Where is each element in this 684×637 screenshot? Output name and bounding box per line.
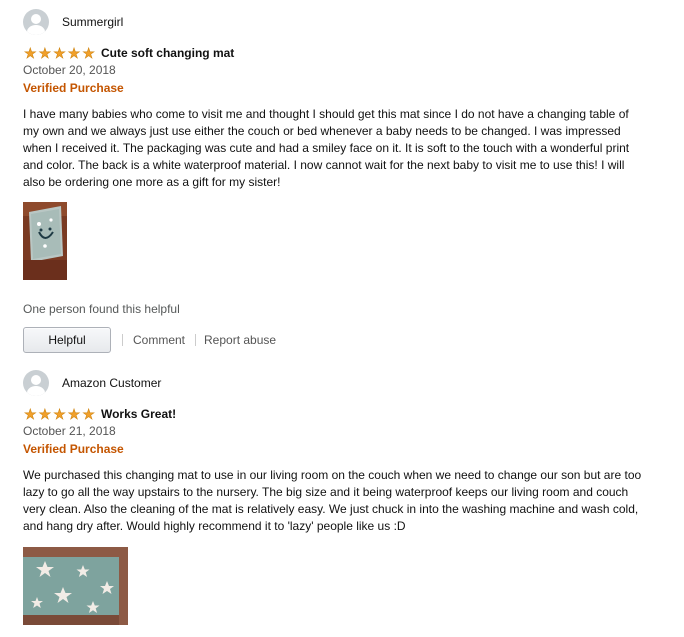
reviewer-profile[interactable]: Summergirl [23, 8, 643, 36]
avatar[interactable] [23, 9, 49, 35]
divider [195, 334, 197, 346]
review-1: Summergirl ★ ★ ★ ★ ★ Cute soft changing … [23, 8, 643, 353]
review-body: We purchased this changing mat to use in… [23, 468, 642, 533]
star-icon: ★ [82, 45, 95, 61]
star-rating[interactable]: ★ ★ ★ ★ ★ [23, 45, 96, 61]
divider [122, 334, 123, 346]
review-2: Amazon Customer ★ ★ ★ ★ ★ Works Great! O… [23, 369, 643, 625]
star-icon: ★ [67, 406, 81, 422]
review-date: October 20, 2018 [23, 63, 116, 77]
comment-link[interactable]: Comment [133, 333, 185, 347]
report-abuse-link[interactable]: Report abuse [204, 333, 276, 347]
star-icon: ★ [24, 406, 37, 422]
reviewer-name[interactable]: Amazon Customer [62, 376, 161, 390]
star-icon: ★ [67, 45, 81, 61]
review-title[interactable]: Cute soft changing mat [101, 46, 234, 60]
reviewer-name[interactable]: Summergirl [62, 15, 123, 29]
star-icon: ★ [38, 406, 52, 422]
helpful-button[interactable]: Helpful [23, 327, 111, 353]
helpful-count: One person found this helpful [23, 302, 180, 316]
review-body: I have many babies who come to visit me … [23, 107, 630, 189]
reviewer-profile[interactable]: Amazon Customer [23, 369, 643, 397]
star-icon: ★ [38, 45, 52, 61]
star-icon: ★ [82, 406, 95, 422]
verified-purchase-badge[interactable]: Verified Purchase [23, 441, 643, 457]
star-icon: ★ [53, 406, 66, 422]
avatar[interactable] [23, 370, 49, 396]
review-date: October 21, 2018 [23, 424, 116, 438]
star-icon: ★ [24, 45, 37, 61]
review-title[interactable]: Works Great! [101, 407, 176, 421]
review-photo[interactable] [23, 202, 67, 280]
star-rating[interactable]: ★ ★ ★ ★ ★ [23, 406, 96, 422]
verified-purchase-badge[interactable]: Verified Purchase [23, 80, 643, 96]
star-icon: ★ [53, 45, 66, 61]
review-photo[interactable] [23, 547, 128, 625]
